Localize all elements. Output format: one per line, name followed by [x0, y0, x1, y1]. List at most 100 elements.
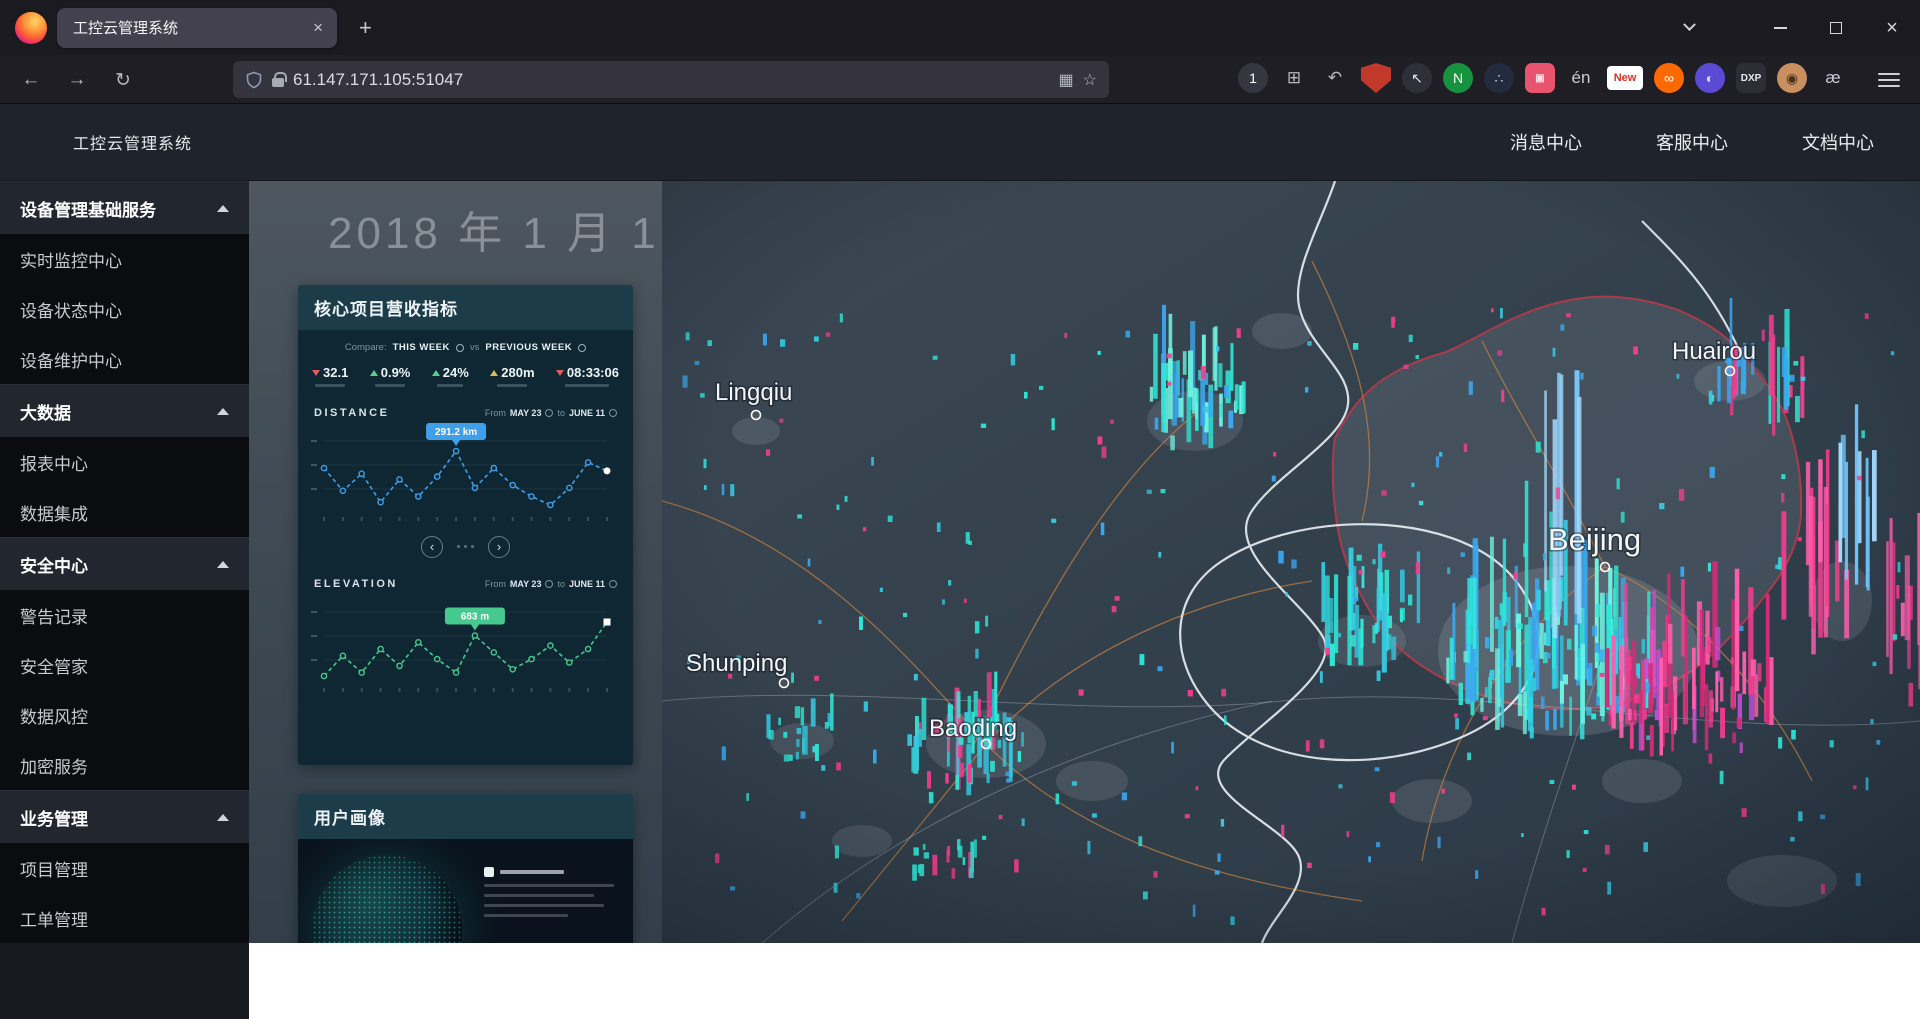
- sidebar-item[interactable]: 项目管理: [0, 843, 249, 893]
- extension-monkey-icon[interactable]: ◉: [1777, 63, 1807, 93]
- range-from-value[interactable]: MAY 23: [510, 579, 542, 589]
- map-svg: Lingqiu Huairou Beijing Shunping Baoding: [662, 181, 1920, 943]
- header-nav-item-3[interactable]: 文档中心: [1802, 129, 1874, 155]
- sidebar-item[interactable]: 加密服务: [0, 740, 249, 790]
- extension-infinity-icon[interactable]: ∞: [1654, 63, 1684, 93]
- map-vignette: [662, 181, 1920, 943]
- extension-counter-icon[interactable]: 1: [1238, 63, 1268, 93]
- clock-icon[interactable]: [545, 409, 554, 417]
- sidebar-menu: 设备管理基础服务 实时监控中心 设备状态中心 设备维护中心 大数据 报表中心 数据集成安全中…: [0, 181, 249, 943]
- url-text[interactable]: 61.147.171.105:51047: [293, 70, 463, 90]
- range-to-label: to: [557, 408, 565, 418]
- compare-week-a[interactable]: THIS WEEK: [393, 342, 450, 353]
- extension-ae-icon[interactable]: æ: [1818, 63, 1848, 93]
- pager-next-button[interactable]: ›: [488, 536, 510, 558]
- sidebar-group[interactable]: 业务管理: [0, 790, 249, 843]
- map-visualization[interactable]: Lingqiu Huairou Beijing Shunping Baoding: [662, 181, 1920, 943]
- url-bar[interactable]: 61.147.171.105:51047 ▦ ☆: [233, 61, 1109, 98]
- clock-icon[interactable]: [545, 580, 554, 588]
- firefox-logo[interactable]: [15, 11, 47, 44]
- range-to-label: to: [557, 579, 565, 589]
- extension-signature-icon[interactable]: én: [1566, 63, 1596, 93]
- sidebar-item[interactable]: 工单管理: [0, 893, 249, 943]
- sidebar-item[interactable]: 数据集成: [0, 487, 249, 537]
- bookmark-star-icon[interactable]: ☆: [1083, 70, 1097, 90]
- stat-top: 0.9%: [369, 365, 410, 380]
- sidebar-item[interactable]: 警告记录: [0, 590, 249, 640]
- stats-row: 32.1 0.9% 24% 280m 08:33:06: [298, 365, 633, 387]
- sidebar-group[interactable]: 设备管理基础服务: [0, 181, 249, 234]
- distance-chart: 291.2 km: [310, 423, 621, 530]
- extension-new-icon[interactable]: New: [1607, 66, 1643, 90]
- globe-visualization: [312, 855, 462, 943]
- stat-sublabel: [497, 384, 528, 387]
- extension-swirl-icon[interactable]: ◐: [1695, 63, 1725, 93]
- window-maximize-button[interactable]: [1808, 0, 1864, 55]
- stat-sublabel: [437, 384, 464, 387]
- extension-crop-icon[interactable]: ⊞: [1279, 63, 1309, 93]
- page-title: 工控云管理系统: [73, 136, 193, 153]
- tab-list-chevron-icon[interactable]: [1672, 11, 1706, 45]
- city-label: Baoding: [929, 715, 1017, 742]
- chevron-up-icon: [217, 407, 229, 415]
- sidebar-group[interactable]: 安全中心: [0, 537, 249, 590]
- stat-top: 24%: [431, 365, 469, 380]
- reload-button[interactable]: ↻: [104, 61, 142, 99]
- window-close-button[interactable]: ×: [1864, 0, 1920, 55]
- extension-dots-icon[interactable]: ∴: [1484, 63, 1514, 93]
- compare-row: Compare: THIS WEEK vs PREVIOUS WEEK: [298, 342, 633, 353]
- extension-cursor-icon[interactable]: ↖: [1402, 63, 1432, 93]
- tab-close-icon[interactable]: ×: [309, 18, 327, 38]
- range-to-value[interactable]: JUNE 11: [569, 579, 605, 589]
- svg-text:683 m: 683 m: [461, 612, 489, 623]
- window-minimize-button[interactable]: [1752, 0, 1808, 55]
- sidebar-group-label: 安全中心: [20, 556, 88, 576]
- sidebar-group-label: 业务管理: [20, 809, 88, 829]
- city-label: Lingqiu: [715, 379, 792, 406]
- revenue-card: 核心项目营收指标 Compare: THIS WEEK vs PREVIOUS …: [298, 285, 633, 765]
- sidebar-group[interactable]: 大数据: [0, 384, 249, 437]
- lock-icon[interactable]: [272, 71, 287, 87]
- clock-icon[interactable]: [609, 409, 617, 417]
- range-to-value[interactable]: JUNE 11: [569, 408, 605, 418]
- header-nav: 消息中心 客服中心 文档中心: [1510, 129, 1920, 155]
- sidebar-item[interactable]: 设备维护中心: [0, 334, 249, 384]
- profile-card-body: [298, 839, 633, 943]
- header-nav-item-1[interactable]: 消息中心: [1510, 129, 1582, 155]
- sidebar-item[interactable]: 实时监控中心: [0, 234, 249, 284]
- extension-pink-icon[interactable]: ▣: [1525, 63, 1555, 93]
- extension-undo-icon[interactable]: ↶: [1320, 63, 1350, 93]
- back-button[interactable]: ←: [12, 61, 50, 99]
- stat-sublabel: [315, 384, 346, 387]
- compare-week-b[interactable]: PREVIOUS WEEK: [485, 342, 572, 353]
- dashboard-date: 2018 年 1 月 1 日: [328, 209, 662, 258]
- app-menu-button[interactable]: [1878, 69, 1900, 91]
- sidebar-item[interactable]: 安全管家: [0, 640, 249, 690]
- pager-dots: [455, 538, 476, 556]
- extension-dxp-icon[interactable]: DXP: [1736, 63, 1766, 93]
- range-from-label: From: [484, 579, 506, 589]
- stat-item: 32.1: [312, 365, 348, 387]
- tab-title: 工控云管理系统: [73, 20, 179, 37]
- scan-grid-icon[interactable]: ▦: [1059, 70, 1074, 90]
- profile-text-line: [484, 884, 614, 887]
- clock-icon[interactable]: [609, 580, 617, 588]
- sidebar-footer: [0, 943, 249, 1019]
- range-from-value[interactable]: MAY 23: [510, 408, 542, 418]
- dropdown-circle-icon[interactable]: [455, 343, 464, 352]
- pager-prev-button[interactable]: ‹: [421, 536, 443, 558]
- extension-n-icon[interactable]: N: [1443, 63, 1473, 93]
- new-tab-button[interactable]: +: [351, 15, 380, 41]
- shield-icon[interactable]: [245, 71, 263, 89]
- extensions-row: 1 ⊞ ↶ 1 ↖ N ∴ ▣ én New ∞ ◐ DXP ◉ æ: [1238, 63, 1848, 93]
- extension-shield-icon[interactable]: 1: [1361, 63, 1391, 93]
- arrow-down-icon: [312, 369, 320, 376]
- dropdown-circle-icon[interactable]: [578, 343, 587, 352]
- sidebar-item[interactable]: 设备状态中心: [0, 284, 249, 334]
- forward-button[interactable]: →: [58, 61, 96, 99]
- stat-item: 24%: [431, 365, 469, 387]
- sidebar-item[interactable]: 报表中心: [0, 437, 249, 487]
- sidebar-item[interactable]: 数据风控: [0, 690, 249, 740]
- header-nav-item-2[interactable]: 客服中心: [1656, 129, 1728, 155]
- browser-tab[interactable]: 工控云管理系统 ×: [57, 7, 337, 48]
